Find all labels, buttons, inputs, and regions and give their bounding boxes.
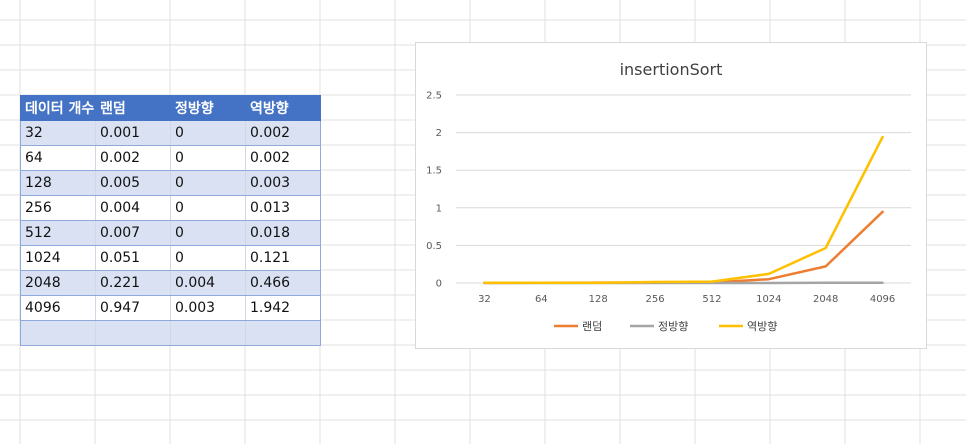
table-cell[interactable]: 0 bbox=[170, 145, 246, 171]
table-cell[interactable]: 512 bbox=[20, 220, 96, 246]
table-row: 4096 0.947 0.003 1.942 bbox=[20, 295, 321, 321]
table-cell[interactable]: 0.003 bbox=[245, 170, 321, 196]
table-cell[interactable]: 0.007 bbox=[95, 220, 171, 246]
table-cell[interactable]: 4096 bbox=[20, 295, 96, 321]
table-cell[interactable]: 0 bbox=[170, 170, 246, 196]
table-row bbox=[20, 320, 321, 346]
x-tick-label: 512 bbox=[702, 294, 721, 305]
legend-label: 정방향 bbox=[658, 320, 688, 333]
y-tick-label: 1 bbox=[436, 203, 442, 214]
table-cell[interactable]: 256 bbox=[20, 195, 96, 221]
table-row: 64 0.002 0 0.002 bbox=[20, 145, 321, 171]
table-cell[interactable]: 0.121 bbox=[245, 245, 321, 271]
table-cell[interactable]: 2048 bbox=[20, 270, 96, 296]
table-row: 256 0.004 0 0.013 bbox=[20, 195, 321, 221]
table-row: 2048 0.221 0.004 0.466 bbox=[20, 270, 321, 296]
table-cell[interactable]: 0.003 bbox=[170, 295, 246, 321]
table-cell[interactable]: 0.947 bbox=[95, 295, 171, 321]
y-tick-label: 2.5 bbox=[426, 91, 442, 102]
table-cell[interactable]: 0.466 bbox=[245, 270, 321, 296]
table-row: 1024 0.051 0 0.121 bbox=[20, 245, 321, 271]
table-cell[interactable]: 0.004 bbox=[95, 195, 171, 221]
table-cell[interactable] bbox=[170, 320, 246, 346]
table-cell[interactable]: 0 bbox=[170, 195, 246, 221]
table-cell[interactable]: 1.942 bbox=[245, 295, 321, 321]
table-cell[interactable]: 0 bbox=[170, 120, 246, 146]
table-cell[interactable]: 1024 bbox=[20, 245, 96, 271]
x-tick-label: 256 bbox=[646, 294, 665, 305]
table-cell[interactable]: 0.002 bbox=[95, 145, 171, 171]
series-line[interactable] bbox=[483, 135, 884, 285]
table-cell[interactable]: 0.005 bbox=[95, 170, 171, 196]
x-tick-label: 2048 bbox=[813, 294, 838, 305]
y-tick-label: 1.5 bbox=[426, 166, 442, 177]
table-cell[interactable]: 64 bbox=[20, 145, 96, 171]
header-cell[interactable]: 역방향 bbox=[245, 95, 321, 121]
legend-label: 역방향 bbox=[747, 320, 777, 333]
header-cell[interactable]: 랜덤 bbox=[95, 95, 171, 121]
x-tick-label: 4096 bbox=[870, 294, 895, 305]
table-cell[interactable]: 128 bbox=[20, 170, 96, 196]
table-cell[interactable] bbox=[245, 320, 321, 346]
header-cell[interactable]: 정방향 bbox=[170, 95, 246, 121]
table-row: 32 0.001 0 0.002 bbox=[20, 120, 321, 146]
series-line[interactable] bbox=[483, 210, 884, 285]
table-cell[interactable]: 0.051 bbox=[95, 245, 171, 271]
table-cell[interactable] bbox=[20, 320, 96, 346]
table-header-row: 데이터 개수 랜덤 정방향 역방향 bbox=[20, 95, 321, 121]
table-cell[interactable]: 0.004 bbox=[170, 270, 246, 296]
table-cell[interactable]: 0 bbox=[170, 245, 246, 271]
table-cell[interactable]: 0.013 bbox=[245, 195, 321, 221]
table-cell[interactable]: 0.018 bbox=[245, 220, 321, 246]
y-tick-label: 0 bbox=[436, 279, 442, 290]
table-cell[interactable] bbox=[95, 320, 171, 346]
x-tick-label: 32 bbox=[478, 294, 491, 305]
line-chart-svg: insertionSort 0 0.5 1 1.5 2 2.5 32 64 128 256 512 10… bbox=[426, 60, 911, 333]
x-tick-label: 64 bbox=[535, 294, 548, 305]
table-row: 128 0.005 0 0.003 bbox=[20, 170, 321, 196]
chart[interactable]: insertionSort 0 0.5 1 1.5 2 2.5 32 64 128 256 512 10… bbox=[415, 42, 927, 349]
table-row: 512 0.007 0 0.018 bbox=[20, 220, 321, 246]
x-tick-label: 1024 bbox=[756, 294, 781, 305]
header-cell[interactable]: 데이터 개수 bbox=[20, 95, 96, 121]
legend-label: 랜덤 bbox=[582, 320, 602, 333]
chart-title: insertionSort bbox=[620, 60, 723, 79]
table-cell[interactable]: 0 bbox=[170, 220, 246, 246]
table-cell[interactable]: 0.221 bbox=[95, 270, 171, 296]
table-cell[interactable]: 0.001 bbox=[95, 120, 171, 146]
data-table: 데이터 개수 랜덤 정방향 역방향 32 0.001 0 0.002 64 0.002 0 0… bbox=[20, 95, 321, 346]
table-cell[interactable]: 0.002 bbox=[245, 120, 321, 146]
table-cell[interactable]: 32 bbox=[20, 120, 96, 146]
table-cell[interactable]: 0.002 bbox=[245, 145, 321, 171]
x-tick-label: 128 bbox=[589, 294, 608, 305]
y-tick-label: 0.5 bbox=[426, 241, 442, 252]
y-tick-label: 2 bbox=[436, 128, 442, 139]
